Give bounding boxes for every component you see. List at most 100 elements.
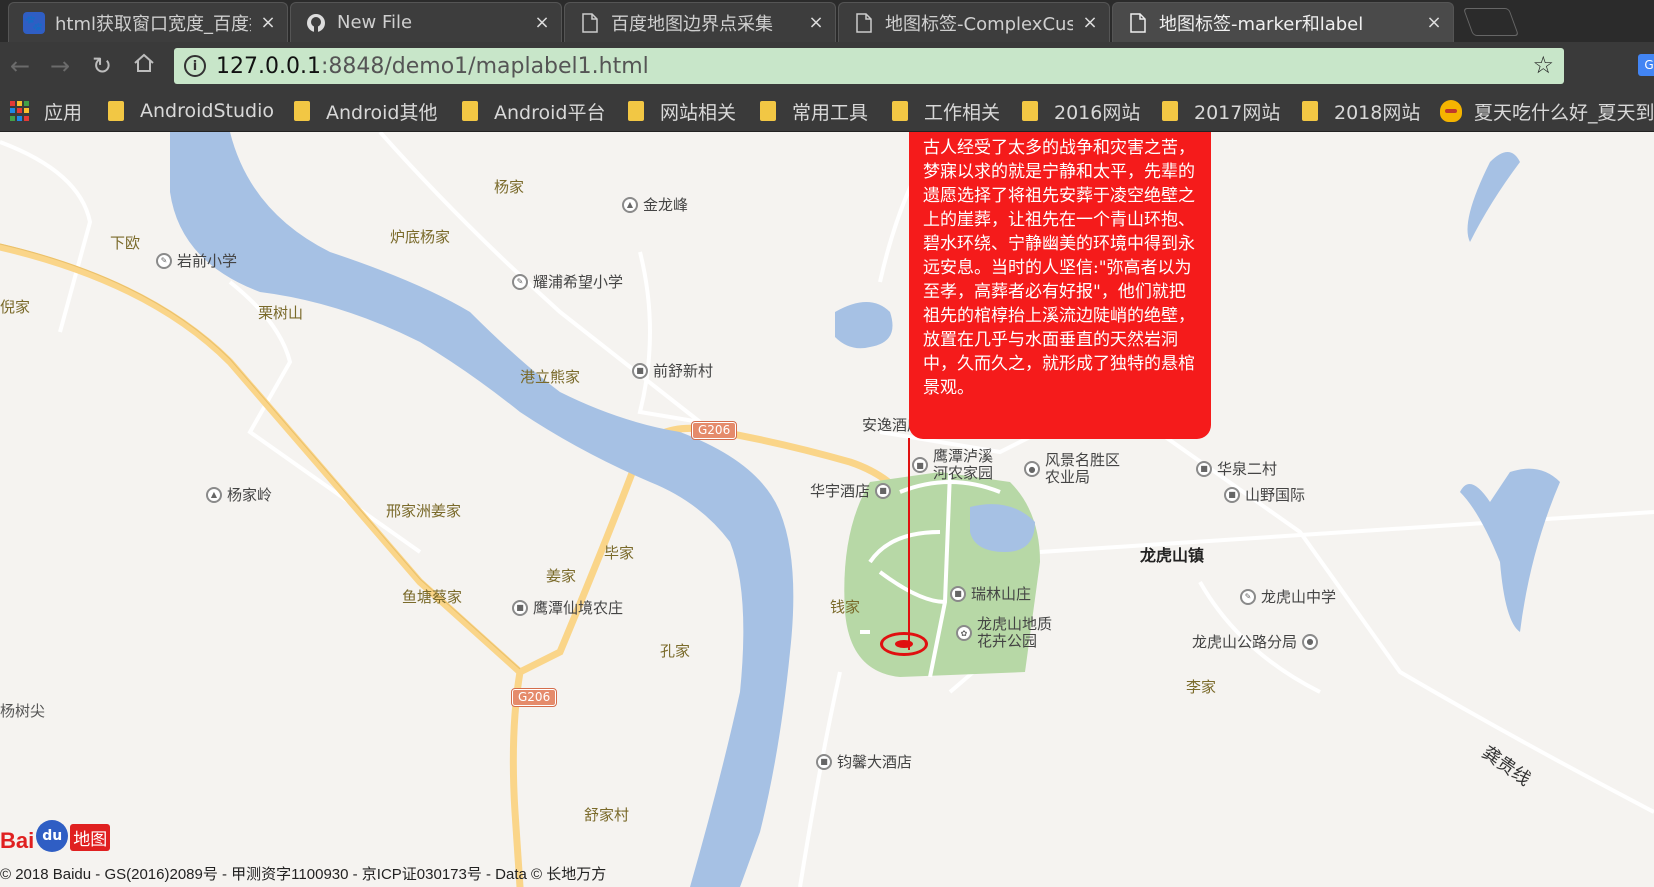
building-icon: ■ <box>512 599 528 616</box>
poi-yanqian-school[interactable]: ✎ 岩前小学 <box>156 250 237 271</box>
tab-new-file[interactable]: New File × <box>290 2 562 42</box>
tab-map-marker-label[interactable]: 地图标签-marker和label × <box>1112 2 1454 42</box>
poi-label: 鹰潭泸溪 河农家园 <box>933 447 994 482</box>
mountain-icon: ▲ <box>206 486 222 503</box>
poi-label: 瑞林山庄 <box>971 585 1032 603</box>
bookmark-folder[interactable]: 2017网站 <box>1162 98 1280 124</box>
folder-icon <box>294 101 310 121</box>
poi-label: 华泉二村 <box>1217 460 1278 478</box>
bookmark-folder[interactable]: Android平台 <box>462 98 605 124</box>
bookmark-folder[interactable]: 网站相关 <box>628 98 736 124</box>
folder-icon <box>760 101 776 121</box>
poi-jinlongfeng[interactable]: ▲ 金龙峰 <box>622 194 688 215</box>
poi-huayu-hotel[interactable]: ■ 华宇酒店 <box>810 480 892 501</box>
folder-icon <box>628 101 644 121</box>
village-label: 舒家村 <box>584 806 630 824</box>
poi-label: 杨家岭 <box>227 486 273 504</box>
bookmark-label: Android平台 <box>494 101 606 124</box>
tab-title: html获取窗口宽度_百度提 <box>55 13 251 35</box>
tab-strip: 🐾 html获取窗口宽度_百度提 × New File × 百度地图边界点采集 … <box>0 0 1654 42</box>
poi-label: 龙虎山公路分局 <box>1192 633 1298 651</box>
baidu-map-logo[interactable]: Bai du 地图 <box>0 812 111 854</box>
close-icon[interactable]: × <box>1425 12 1443 33</box>
map-marker[interactable] <box>880 632 928 656</box>
label-connector-line <box>908 438 910 650</box>
tab-title: 地图标签-ComplexCusto <box>885 13 1073 35</box>
village-label: 钱家 <box>830 598 861 616</box>
bookmark-folder[interactable]: 常用工具 <box>760 98 868 124</box>
url-text[interactable]: 127.0.0.1:8848/demo1/maplabel1.html <box>216 54 649 79</box>
info-icon[interactable]: i <box>184 55 206 77</box>
folder-icon <box>1022 101 1038 121</box>
bookmark-apps[interactable]: 应用 <box>10 98 82 124</box>
poi-luxi-farm[interactable]: ■ 鹰潭泸溪 河农家园 <box>912 448 993 482</box>
map-canvas[interactable]: 杨家 下欧 炉底杨家 倪家 栗树山 港立熊家 邢家洲姜家 毕家 姜家 鱼塘蔡家 … <box>0 132 1654 887</box>
tab-baidu-search[interactable]: 🐾 html获取窗口宽度_百度提 × <box>8 2 288 42</box>
building-icon: ■ <box>912 457 928 473</box>
close-icon[interactable]: × <box>259 12 277 33</box>
poi-label: 龙虎山中学 <box>1261 588 1337 606</box>
bookmark-folder[interactable]: 工作相关 <box>892 98 1000 124</box>
poi-highway-bureau[interactable]: ● 龙虎山公路分局 <box>1192 631 1319 652</box>
poi-shanye-intl[interactable]: ■ 山野国际 <box>1224 484 1305 505</box>
poi-junxin-hotel[interactable]: ■ 钧馨大酒店 <box>816 751 912 772</box>
arrow-left-icon: ← <box>9 52 31 80</box>
forward-button[interactable]: → <box>44 50 76 82</box>
park-icon: ✿ <box>956 625 972 641</box>
page-icon <box>579 12 601 34</box>
close-icon[interactable]: × <box>807 12 825 33</box>
hotel-icon: ■ <box>875 482 892 499</box>
folder-icon <box>1162 101 1178 121</box>
bookmark-folder[interactable]: Android其他 <box>294 98 437 124</box>
bookmark-folder[interactable]: AndroidStudio <box>108 98 274 124</box>
url-path: :8848/demo1/maplabel1.html <box>320 53 649 79</box>
apps-grid-icon <box>10 101 30 121</box>
logo-paw-du: du <box>36 820 69 852</box>
new-tab-button[interactable] <box>1462 8 1520 36</box>
google-translate-extension-icon[interactable]: G <box>1638 54 1654 76</box>
poi-agriculture-bureau[interactable]: ● 风景名胜区 农业局 <box>1024 452 1120 486</box>
home-button[interactable] <box>128 50 160 82</box>
poi-label: 山野国际 <box>1245 486 1306 504</box>
folder-icon <box>1302 101 1318 121</box>
poi-huaquan-village[interactable]: ■ 华泉二村 <box>1196 458 1277 479</box>
back-button[interactable]: ← <box>4 50 36 82</box>
address-bar[interactable]: i 127.0.0.1:8848/demo1/maplabel1.html ☆ <box>174 48 1564 84</box>
bookmarks-bar: 应用 AndroidStudio Android其他 Android平台 网站相… <box>0 90 1654 132</box>
tab-map-complex[interactable]: 地图标签-ComplexCusto × <box>838 2 1110 42</box>
poi-label: 岩前小学 <box>177 252 238 270</box>
poi-yangjialing[interactable]: ▲ 杨家岭 <box>206 484 272 505</box>
village-label: 炉底杨家 <box>390 228 451 246</box>
bookmark-star-icon[interactable]: ☆ <box>1532 51 1554 79</box>
poi-yaopu-school[interactable]: ✎ 耀浦希望小学 <box>512 271 623 292</box>
bookmark-label: 应用 <box>44 101 83 124</box>
village-label: 李家 <box>1186 678 1217 696</box>
school-icon: ✎ <box>156 252 172 269</box>
reload-button[interactable]: ↻ <box>86 50 118 82</box>
poi-qianshu-village[interactable]: ■ 前舒新村 <box>632 360 713 381</box>
road-shield: G206 <box>510 688 558 707</box>
poi-xianjing-farm[interactable]: ■ 鹰潭仙境农庄 <box>512 597 623 618</box>
bookmark-label: AndroidStudio <box>140 100 274 122</box>
village-label: 杨家 <box>494 178 525 196</box>
bookmark-label: Android其他 <box>326 101 438 124</box>
bookmark-folder[interactable]: 2016网站 <box>1022 98 1140 124</box>
poi-geology-flower-park[interactable]: ✿ 龙虎山地质 花卉公园 <box>956 616 1052 650</box>
close-icon[interactable]: × <box>533 12 551 33</box>
page-icon <box>853 12 875 34</box>
custom-map-label[interactable]: 古人经受了太多的战争和灾害之苦，梦寐以求的就是宁静和太平，先辈的遗愿选择了将祖先… <box>909 132 1211 439</box>
arrow-right-icon: → <box>49 52 71 80</box>
village-label: 毕家 <box>604 544 635 562</box>
close-icon[interactable]: × <box>1081 12 1099 33</box>
poi-longhushan-school[interactable]: ✎ 龙虎山中学 <box>1240 586 1336 607</box>
bookmark-folder[interactable]: 2018网站 <box>1302 98 1420 124</box>
bookmark-site[interactable]: 夏天吃什么好_夏天到 <box>1440 98 1654 124</box>
poi-ruilin-villa[interactable]: ■ 瑞林山庄 <box>950 583 1031 604</box>
village-label: 倪家 <box>0 298 31 316</box>
town-label: 龙虎山镇 <box>1140 546 1205 565</box>
village-label: 孔家 <box>660 642 691 660</box>
tab-baidu-boundary[interactable]: 百度地图边界点采集 × <box>564 2 836 42</box>
map-copyright: © 2018 Baidu - GS(2016)2089号 - 甲测资字11009… <box>0 866 607 883</box>
folder-icon <box>462 101 478 121</box>
village-label: 鱼塘蔡家 <box>402 588 463 606</box>
